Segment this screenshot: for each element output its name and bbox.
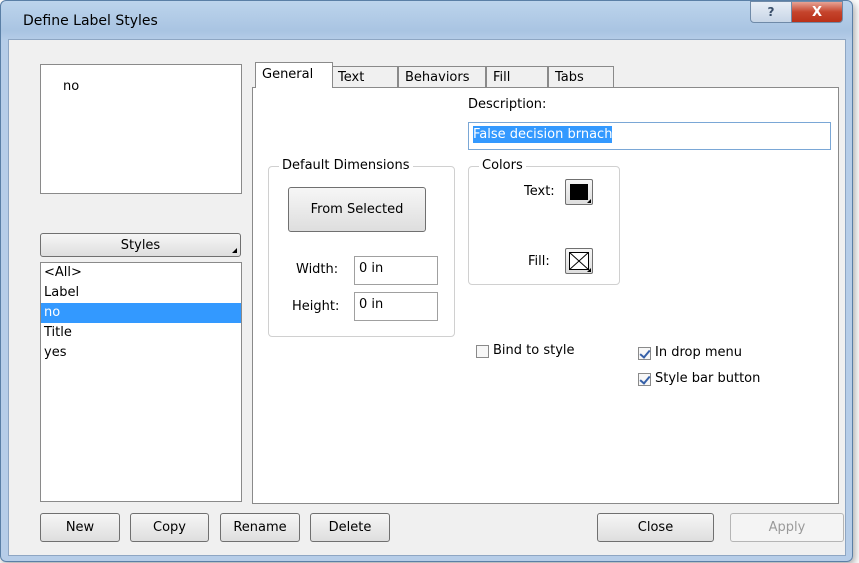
styles-dropdown-button[interactable]: Styles bbox=[40, 233, 241, 257]
styles-list[interactable]: <All> Label no Title yes bbox=[40, 262, 242, 502]
new-button-label: New bbox=[65, 520, 95, 535]
close-window-button[interactable]: X bbox=[791, 1, 843, 23]
delete-button[interactable]: Delete bbox=[310, 513, 390, 542]
list-item-yes[interactable]: yes bbox=[41, 343, 241, 363]
colors-group: Colors Text: Fill: bbox=[468, 158, 620, 285]
copy-button[interactable]: Copy bbox=[130, 513, 209, 542]
fill-color-button[interactable] bbox=[565, 248, 593, 274]
styles-dropdown-label: Styles bbox=[120, 237, 161, 253]
rename-button[interactable]: Rename bbox=[220, 513, 300, 542]
tab-fill[interactable]: Fill bbox=[486, 66, 548, 88]
text-color-button[interactable] bbox=[565, 179, 593, 205]
description-field[interactable]: False decision brnach bbox=[468, 122, 831, 150]
fill-color-dropdown-icon bbox=[587, 268, 591, 272]
description-label: Description: bbox=[468, 97, 547, 112]
text-color-swatch bbox=[570, 184, 588, 200]
text-color-label: Text: bbox=[524, 184, 555, 199]
no-fill-icon bbox=[569, 252, 589, 270]
delete-button-label: Delete bbox=[328, 520, 372, 535]
style-bar-button-checkbox[interactable] bbox=[638, 373, 651, 386]
close-button[interactable]: Close bbox=[597, 513, 714, 542]
apply-button[interactable]: Apply bbox=[730, 513, 844, 542]
width-field[interactable]: 0 in bbox=[354, 256, 438, 285]
from-selected-button[interactable]: From Selected bbox=[288, 187, 426, 232]
description-value: False decision brnach bbox=[473, 126, 613, 143]
in-drop-menu-label: In drop menu bbox=[655, 345, 742, 360]
new-button[interactable]: New bbox=[40, 513, 120, 542]
height-label: Height: bbox=[292, 299, 340, 314]
title-bar[interactable]: Define Label Styles ? X bbox=[1, 1, 852, 37]
in-drop-menu-checkbox[interactable] bbox=[638, 347, 651, 360]
bind-to-style-label: Bind to style bbox=[493, 343, 575, 358]
close-icon: X bbox=[811, 4, 823, 20]
help-button[interactable]: ? bbox=[750, 1, 792, 23]
window-title: Define Label Styles bbox=[23, 13, 158, 29]
tab-behaviors[interactable]: Behaviors bbox=[398, 66, 486, 88]
text-color-dropdown-icon bbox=[587, 199, 591, 203]
width-label: Width: bbox=[296, 262, 339, 277]
rename-button-label: Rename bbox=[233, 520, 287, 535]
height-value: 0 in bbox=[359, 297, 384, 312]
style-bar-button-label: Style bar button bbox=[655, 371, 761, 386]
copy-button-label: Copy bbox=[153, 520, 186, 535]
bind-to-style-checkbox[interactable] bbox=[476, 345, 489, 358]
list-item-no[interactable]: no bbox=[41, 303, 241, 323]
style-preview: no bbox=[40, 64, 242, 194]
help-icon: ? bbox=[767, 5, 775, 19]
default-dimensions-title: Default Dimensions bbox=[279, 158, 413, 173]
dropdown-corner-icon bbox=[232, 248, 237, 253]
default-dimensions-group: Default Dimensions From Selected Width: … bbox=[268, 158, 455, 337]
close-button-label: Close bbox=[637, 520, 674, 535]
list-item-label[interactable]: Label bbox=[41, 283, 241, 303]
colors-title: Colors bbox=[479, 158, 526, 173]
tab-general[interactable]: General bbox=[255, 62, 333, 88]
dialog-client-area: no Styles <All> Label no Title yes Gener… bbox=[8, 39, 846, 556]
dialog-window: Define Label Styles ? X no Styles <All> … bbox=[0, 0, 853, 562]
apply-button-label: Apply bbox=[768, 520, 806, 535]
from-selected-label: From Selected bbox=[310, 202, 404, 217]
tab-tabs[interactable]: Tabs bbox=[548, 66, 614, 88]
preview-text: no bbox=[63, 79, 80, 94]
width-value: 0 in bbox=[359, 261, 384, 276]
list-item-title[interactable]: Title bbox=[41, 323, 241, 343]
general-tab-panel: Description: False decision brnach Defau… bbox=[252, 87, 839, 504]
height-field[interactable]: 0 in bbox=[354, 292, 438, 321]
fill-color-label: Fill: bbox=[528, 254, 550, 269]
list-item-all[interactable]: <All> bbox=[41, 263, 241, 283]
tab-text[interactable]: Text bbox=[331, 66, 398, 88]
